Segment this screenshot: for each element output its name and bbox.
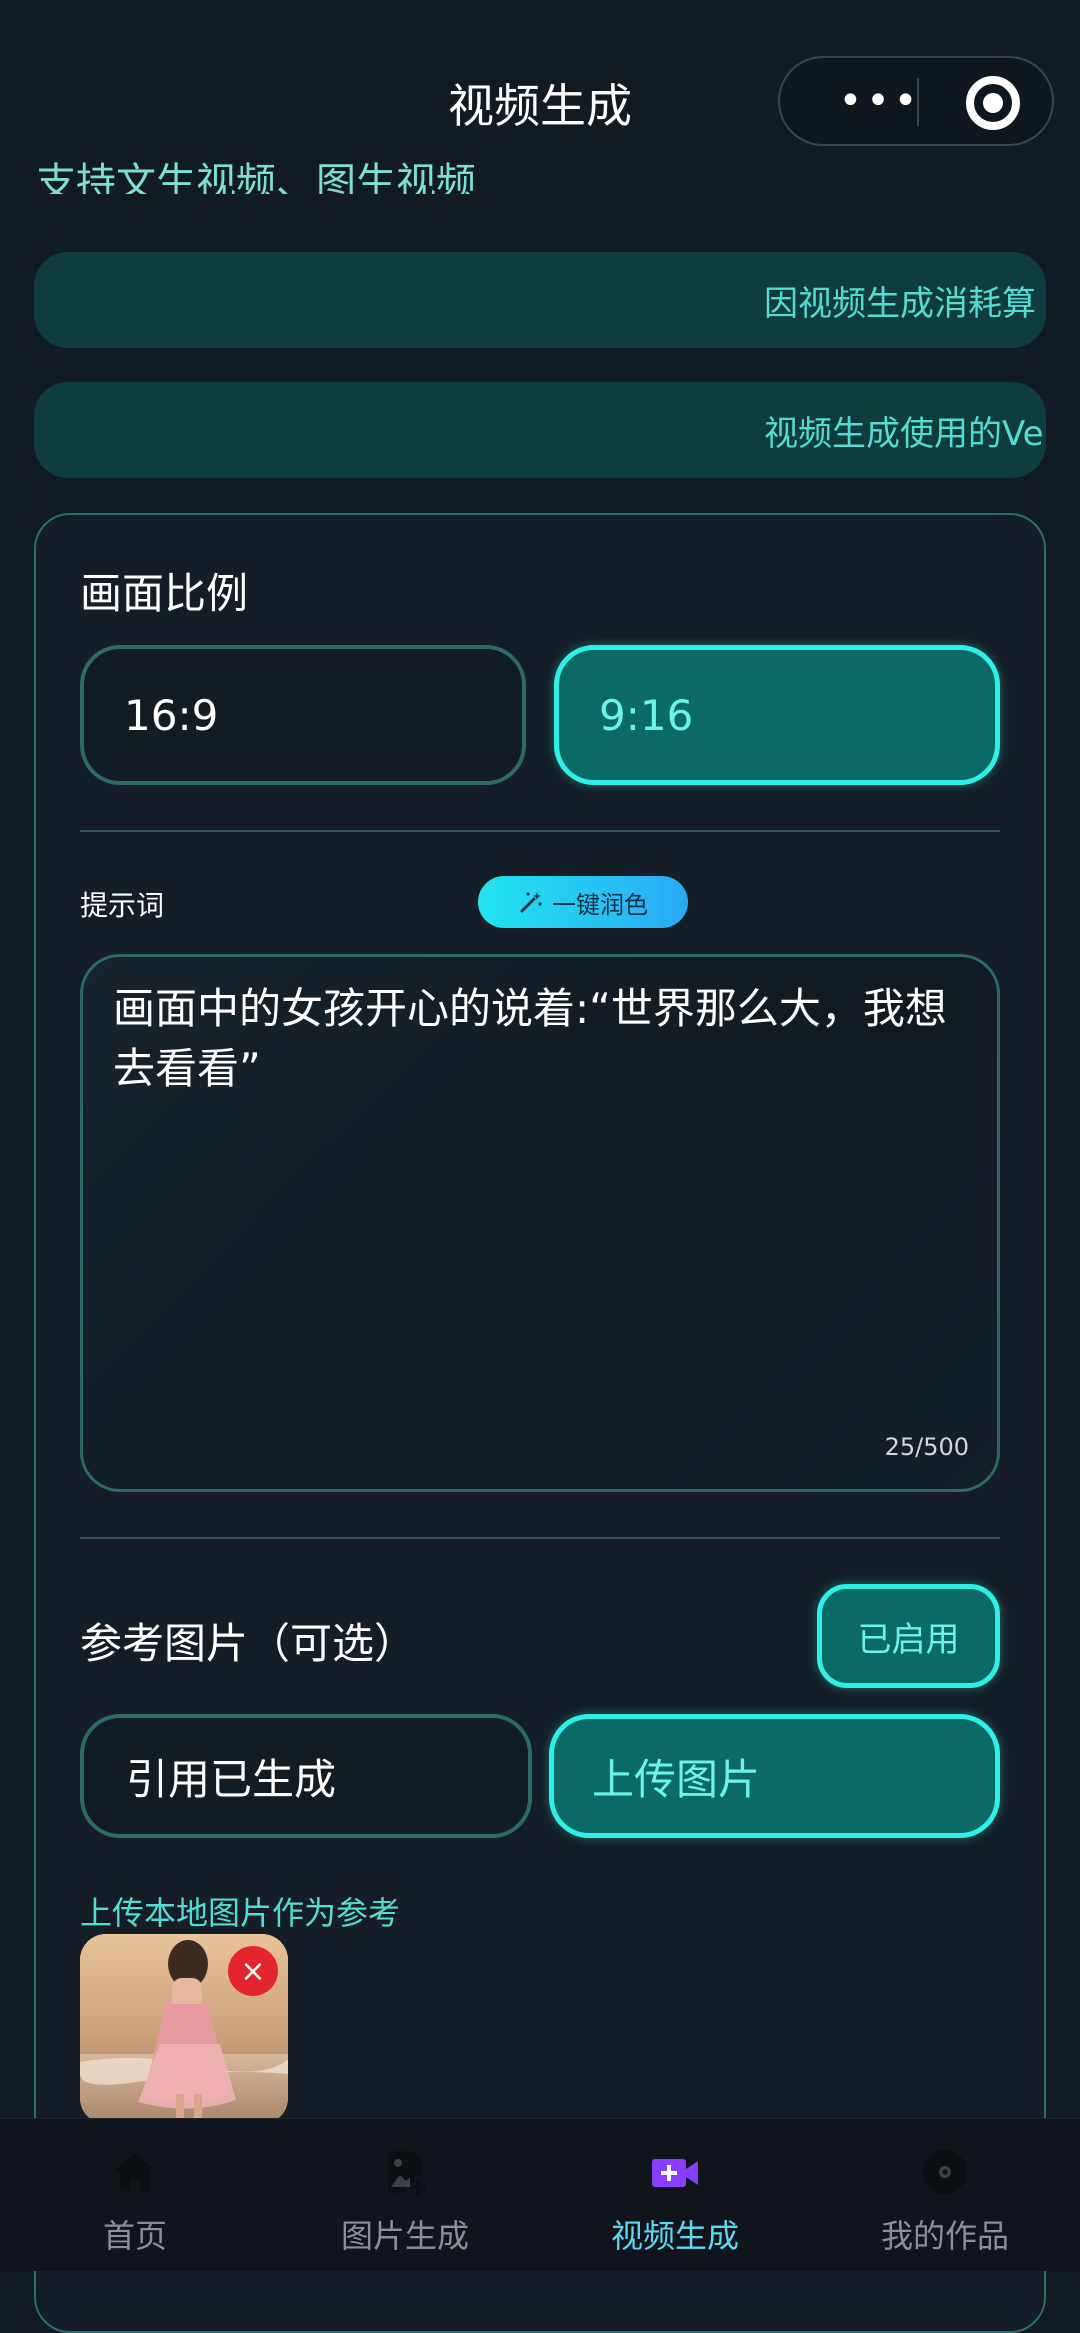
divider — [80, 1537, 1000, 1539]
capsule-divider — [917, 78, 919, 126]
magic-wand-icon — [518, 889, 544, 915]
upload-hint: 上传本地图片作为参考 — [80, 1894, 401, 1932]
use-generated-button[interactable]: 引用已生成 — [80, 1714, 532, 1838]
home-icon — [110, 2147, 160, 2197]
image-add-icon — [380, 2147, 430, 2197]
divider — [80, 830, 1000, 832]
prompt-textarea[interactable]: 画面中的女孩开心的说着:“世界那么大，我想去看看” 25/500 — [80, 954, 1000, 1492]
option-label: 上传图片 — [592, 1754, 761, 1804]
prompt-text: 画面中的女孩开心的说着:“世界那么大，我想去看看” — [113, 984, 947, 1093]
tab-video-generation[interactable]: 视频生成 — [540, 2119, 810, 2271]
polish-button[interactable]: 一键润色 — [478, 876, 688, 928]
tab-image-generation[interactable]: 图片生成 — [270, 2119, 540, 2271]
ratio-16-9-button[interactable]: 16:9 — [80, 645, 526, 785]
remove-image-button[interactable]: × — [228, 1946, 278, 1996]
notice-text: 视频生成使用的Ve — [764, 414, 1044, 454]
toggle-label: 已启用 — [857, 1619, 960, 1660]
ratio-label: 9:16 — [599, 690, 694, 740]
disc-icon — [920, 2147, 970, 2197]
miniapp-capsule: ••• — [778, 56, 1054, 146]
tab-home[interactable]: 首页 — [0, 2119, 270, 2271]
char-count: 25/500 — [884, 1433, 969, 1461]
more-button[interactable]: ••• — [820, 76, 940, 126]
notice-bar-cost: 因视频生成消耗算 — [34, 252, 1046, 348]
bottom-tab-bar: 首页 图片生成 视频生成 我的作品 — [0, 2118, 1080, 2271]
tab-label: 图片生成 — [340, 2217, 469, 2255]
ratio-label: 16:9 — [124, 690, 219, 740]
reference-image-title: 参考图片（可选） — [80, 1619, 417, 1668]
video-add-icon — [650, 2147, 700, 2197]
notice-text: 因视频生成消耗算 — [764, 284, 1036, 324]
tab-label: 视频生成 — [610, 2217, 739, 2255]
aspect-ratio-title: 画面比例 — [80, 569, 249, 618]
tab-my-works[interactable]: 我的作品 — [810, 2119, 1080, 2271]
option-label: 引用已生成 — [126, 1754, 337, 1804]
close-miniapp-button[interactable] — [966, 76, 1020, 130]
polish-label: 一键润色 — [552, 890, 648, 919]
subtitle-clip-mask — [0, 146, 1080, 160]
nav-header: 支持文生视频、图生视频 视频生成 ••• — [0, 0, 1080, 200]
notice-bar-model: 视频生成使用的Ve — [34, 382, 1046, 478]
reference-enabled-toggle[interactable]: 已启用 — [817, 1584, 1000, 1688]
tab-label: 首页 — [102, 2217, 167, 2255]
upload-image-button[interactable]: 上传图片 — [549, 1714, 1000, 1838]
ratio-9-16-button[interactable]: 9:16 — [554, 645, 1000, 785]
prompt-label: 提示词 — [80, 889, 165, 922]
tab-label: 我的作品 — [880, 2217, 1009, 2255]
